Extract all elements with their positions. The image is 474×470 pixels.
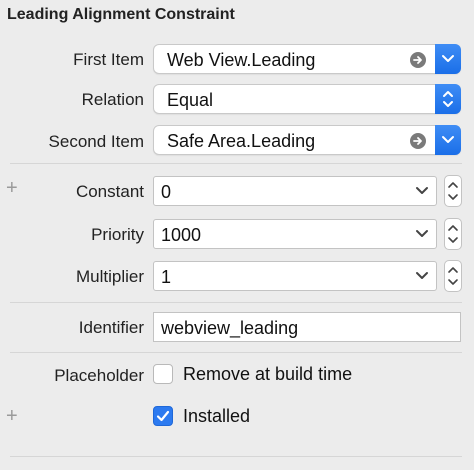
identifier-field[interactable]: webview_leading bbox=[153, 312, 461, 342]
checkmark-icon bbox=[156, 410, 170, 422]
identifier-value: webview_leading bbox=[161, 318, 299, 338]
updown-chevron-icon[interactable] bbox=[435, 84, 461, 114]
chevron-down-icon[interactable] bbox=[435, 125, 461, 155]
priority-stepper[interactable] bbox=[444, 218, 462, 250]
stepper-arrows-icon bbox=[448, 267, 458, 285]
constant-value: 0 bbox=[161, 182, 172, 202]
relation-value: Equal bbox=[167, 90, 214, 110]
identifier-label: Identifier bbox=[78, 318, 144, 337]
go-to-item-icon[interactable] bbox=[410, 52, 426, 68]
first-item-label: First Item bbox=[73, 50, 144, 69]
relation-popup[interactable]: Equal bbox=[153, 84, 461, 114]
constant-combo[interactable]: 0 bbox=[153, 176, 437, 206]
priority-label: Priority bbox=[91, 225, 144, 244]
divider bbox=[10, 302, 462, 303]
divider bbox=[10, 163, 462, 164]
placeholder-checkbox-label[interactable]: Remove at build time bbox=[183, 364, 352, 385]
multiplier-label: Multiplier bbox=[75, 267, 144, 286]
installed-checkbox-label[interactable]: Installed bbox=[183, 406, 250, 427]
constraint-inspector: Leading Alignment Constraint First Item … bbox=[0, 0, 474, 470]
chevron-down-icon[interactable] bbox=[415, 229, 429, 239]
multiplier-value: 1 bbox=[161, 267, 172, 287]
second-item-value: Safe Area.Leading bbox=[167, 131, 316, 151]
second-item-label: Second Item bbox=[48, 132, 144, 151]
add-variation-icon[interactable]: + bbox=[6, 178, 18, 198]
priority-combo[interactable]: 1000 bbox=[153, 219, 437, 249]
chevron-down-icon[interactable] bbox=[415, 271, 429, 281]
relation-label: Relation bbox=[81, 90, 144, 109]
constant-stepper[interactable] bbox=[444, 175, 462, 207]
chevron-down-icon[interactable] bbox=[415, 186, 429, 196]
constant-label: Constant bbox=[75, 182, 144, 201]
stepper-arrows-icon bbox=[448, 182, 458, 200]
first-item-popup[interactable]: Web View.Leading bbox=[153, 44, 461, 74]
stepper-arrows-icon bbox=[448, 225, 458, 243]
placeholder-label: Placeholder bbox=[54, 366, 144, 385]
first-item-value: Web View.Leading bbox=[167, 50, 316, 70]
divider bbox=[10, 456, 462, 457]
installed-checkbox[interactable] bbox=[153, 406, 173, 426]
divider bbox=[10, 352, 462, 353]
multiplier-combo[interactable]: 1 bbox=[153, 261, 437, 291]
add-variation-icon[interactable]: + bbox=[6, 406, 18, 426]
priority-value: 1000 bbox=[161, 225, 202, 245]
placeholder-checkbox[interactable] bbox=[153, 364, 173, 384]
go-to-item-icon[interactable] bbox=[410, 133, 426, 149]
second-item-popup[interactable]: Safe Area.Leading bbox=[153, 125, 461, 155]
multiplier-stepper[interactable] bbox=[444, 260, 462, 292]
chevron-down-icon[interactable] bbox=[435, 44, 461, 74]
section-title: Leading Alignment Constraint bbox=[7, 6, 235, 23]
